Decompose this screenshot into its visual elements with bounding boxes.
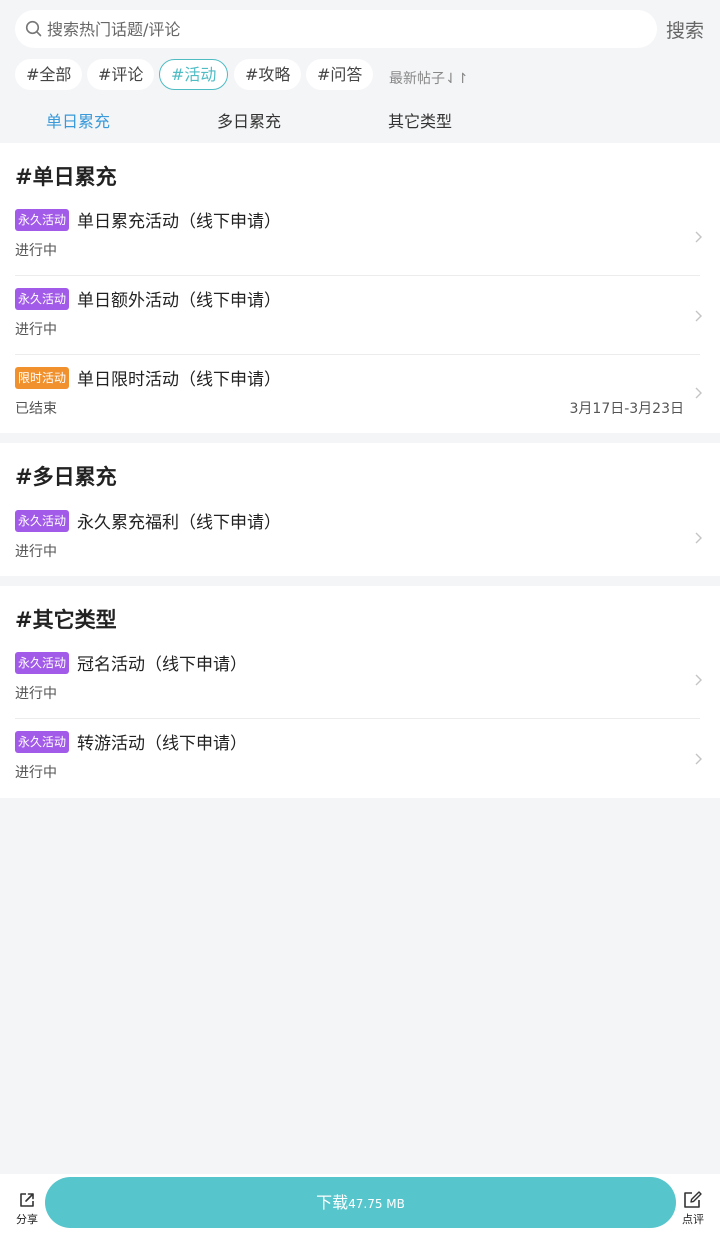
item-status: 进行中 <box>15 686 57 702</box>
search-icon <box>25 20 42 37</box>
tag-badge: 永久活动 <box>15 209 70 231</box>
chip-events[interactable]: #活动 <box>159 59 229 90</box>
chevron-right-icon <box>695 310 702 322</box>
tab-single-day[interactable]: 单日累充 <box>46 108 110 132</box>
chevron-right-icon <box>695 674 702 686</box>
section-single-day: #单日累充 永久活动 单日累充活动（线下申请） 进行中 永久活动 单日额外活动（… <box>0 143 720 433</box>
chevron-right-icon <box>695 753 702 765</box>
chip-qa[interactable]: #问答 <box>306 59 374 90</box>
item-title: 单日累充活动（线下申请） <box>77 212 281 232</box>
tag-badge: 永久活动 <box>15 731 70 753</box>
category-tabs: 单日累充 多日累充 其它类型 <box>0 108 720 134</box>
chip-guides[interactable]: #攻略 <box>234 59 302 90</box>
chevron-right-icon <box>695 231 702 243</box>
item-title: 转游活动（线下申请） <box>77 734 247 754</box>
download-size: 47.75 MB <box>348 1197 405 1211</box>
item-title: 冠名活动（线下申请） <box>77 655 247 675</box>
tab-multi-day[interactable]: 多日累充 <box>217 108 281 132</box>
sort-toggle[interactable]: 最新帖子⇃↾ <box>389 68 468 88</box>
search-button[interactable]: 搜索 <box>666 16 704 43</box>
page: 搜索 #全部 #评论 #活动 #攻略 #问答 最新帖子⇃↾ 单日累充 多日累充 … <box>0 0 720 1235</box>
list-item[interactable]: 永久活动 单日累充活动（线下申请） 进行中 <box>0 197 720 276</box>
edit-icon <box>684 1191 702 1208</box>
tab-other[interactable]: 其它类型 <box>388 108 452 132</box>
tag-badge: 永久活动 <box>15 288 70 310</box>
search-row: 搜索 <box>0 0 720 56</box>
item-status: 进行中 <box>15 544 57 560</box>
chip-comments[interactable]: #评论 <box>87 59 155 90</box>
list-item[interactable]: 永久活动 冠名活动（线下申请） 进行中 <box>0 640 720 719</box>
share-label: 分享 <box>16 1213 38 1226</box>
section-other: #其它类型 永久活动 冠名活动（线下申请） 进行中 永久活动 转游活动（线下申请… <box>0 586 720 798</box>
tag-badge: 永久活动 <box>15 510 70 532</box>
chevron-right-icon <box>695 387 702 399</box>
item-status: 进行中 <box>15 243 57 259</box>
list-item[interactable]: 限时活动 单日限时活动（线下申请） 已结束 3月17日-3月23日 <box>0 355 720 434</box>
list-item[interactable]: 永久活动 单日额外活动（线下申请） 进行中 <box>0 276 720 355</box>
item-status: 进行中 <box>15 765 57 781</box>
review-button[interactable]: 点评 <box>676 1190 710 1227</box>
download-label: 下载 <box>316 1193 349 1212</box>
share-icon <box>20 1193 34 1207</box>
section-title: #多日累充 <box>15 465 117 489</box>
section-title: #其它类型 <box>15 608 117 632</box>
item-status: 已结束 <box>15 401 57 417</box>
item-title: 单日限时活动（线下申请） <box>77 370 281 390</box>
share-button[interactable]: 分享 <box>10 1190 44 1227</box>
chip-all[interactable]: #全部 <box>15 59 83 90</box>
item-status: 进行中 <box>15 322 57 338</box>
review-label: 点评 <box>682 1213 704 1226</box>
item-date: 3月17日-3月23日 <box>569 401 685 417</box>
section-title: #单日累充 <box>15 165 117 189</box>
item-title: 单日额外活动（线下申请） <box>77 291 281 311</box>
tag-badge: 永久活动 <box>15 652 70 674</box>
list-item[interactable]: 永久活动 转游活动（线下申请） 进行中 <box>0 719 720 798</box>
bottom-bar: 分享 下载47.75 MB 点评 <box>0 1174 720 1235</box>
download-button[interactable]: 下载47.75 MB <box>45 1177 676 1228</box>
search-box[interactable] <box>15 10 657 48</box>
chevron-right-icon <box>695 532 702 544</box>
item-title: 永久累充福利（线下申请） <box>77 513 281 533</box>
section-multi-day: #多日累充 永久活动 永久累充福利（线下申请） 进行中 <box>0 443 720 576</box>
list-item[interactable]: 永久活动 永久累充福利（线下申请） 进行中 <box>0 498 720 577</box>
search-input[interactable] <box>47 10 647 48</box>
tag-badge: 限时活动 <box>15 367 70 389</box>
